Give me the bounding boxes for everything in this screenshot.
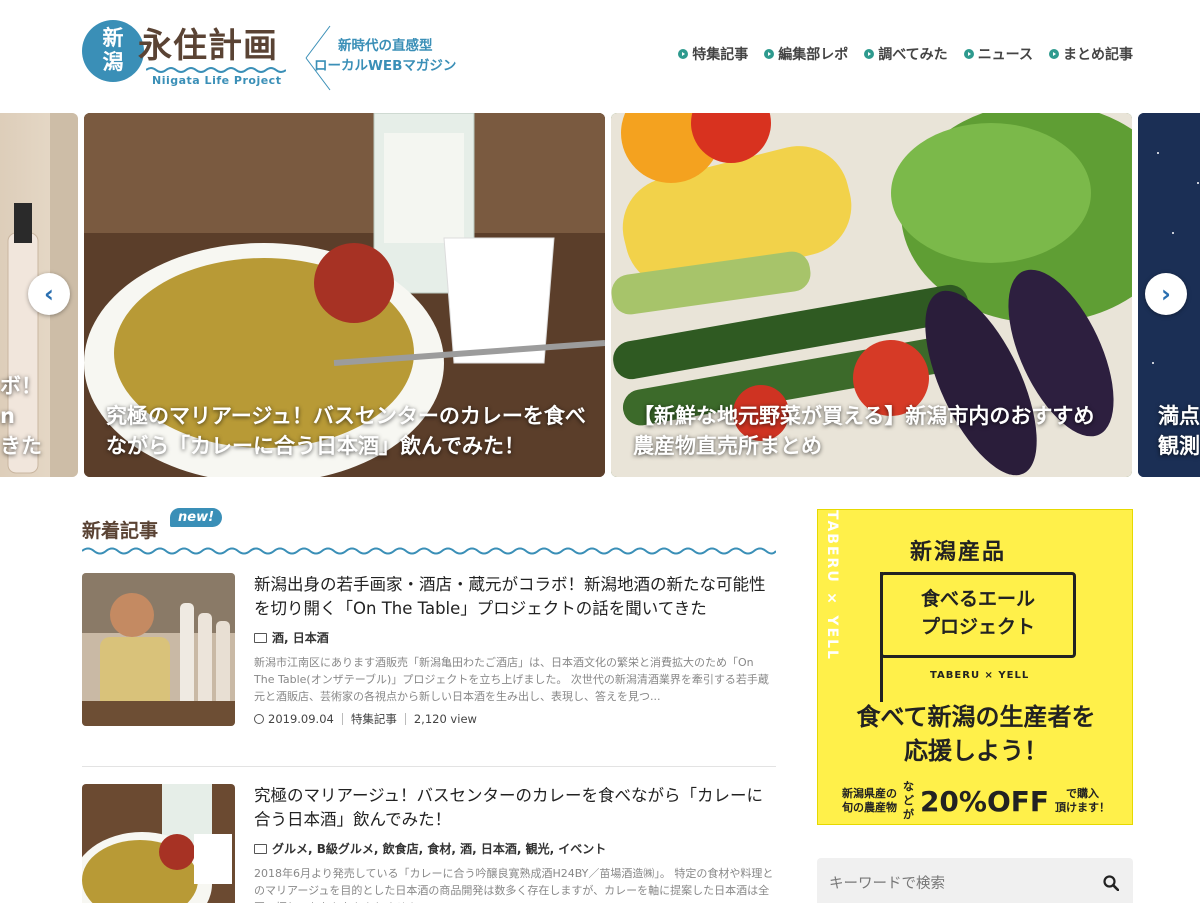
- article-meta: 2019.09.04 特集記事 2,120 view: [254, 711, 776, 727]
- taberu-yell-banner[interactable]: TABERU × YELL 新潟産品 食べるエール プロジェクト TABERU …: [817, 509, 1133, 825]
- article-item[interactable]: 新潟出身の若手画家・酒店・蔵元がコラボ！新潟地酒の新たな可能性を切り開く「On …: [82, 573, 776, 767]
- curry-sake-thumb-image: [82, 784, 235, 903]
- logo-niigata-text: 新 潟: [102, 25, 124, 74]
- play-dot-icon: [764, 49, 775, 59]
- ad-main-text: 食べて新潟の生産者を 応援しよう！: [856, 703, 1096, 765]
- play-dot-icon: [678, 49, 689, 59]
- clock-icon: [254, 714, 264, 724]
- article-excerpt: 新潟市江南区にあります酒販売「新潟亀田わたご酒店」は、日本酒文化の繁栄と消費拡大…: [254, 656, 769, 703]
- new-articles-section: 新着記事 new! 新潟出身の若手画家・酒店・蔵元がコラボ！新潟地酒の新たな可能…: [82, 508, 776, 903]
- site-logo[interactable]: 新 潟 永住計画 Niigata Life Project: [82, 16, 302, 92]
- nav-item-label: 特集記事: [692, 47, 749, 63]
- section-title: 新着記事: [82, 520, 159, 542]
- article-thumbnail[interactable]: [82, 784, 235, 903]
- article-body: 新潟出身の若手画家・酒店・蔵元がコラボ！新潟地酒の新たな可能性を切り開く「On …: [254, 573, 776, 727]
- article-categories: 酒, 日本酒: [254, 629, 776, 646]
- new-badge: new!: [170, 508, 223, 527]
- ad-flag-text: 食べるエール プロジェクト: [920, 588, 1035, 638]
- article-title[interactable]: 究極のマリアージュ！バスセンターのカレーを食べながら「カレーに合う日本酒」飲んで…: [254, 784, 776, 832]
- slide-title-partial: ボ！ n きた: [0, 374, 42, 458]
- article-excerpt: 2018年6月より発売している「カレーに合う吟醸良寛熟成酒H24BY／苗場酒造㈱…: [254, 867, 774, 903]
- ad-small-left: 新潟県産の 旬の農産物: [841, 787, 897, 814]
- meta-separator: [404, 713, 406, 725]
- folder-icon: [254, 632, 267, 643]
- search-icon[interactable]: [1103, 875, 1119, 891]
- article-categories: グルメ, B級グルメ, 飲食店, 食材, 酒, 日本酒, 観光, イベント: [254, 840, 776, 857]
- article-date: 2019.09.04: [268, 712, 334, 726]
- search-box: [817, 858, 1133, 903]
- tagline: 新時代の直感型 ローカルWEBマガジン: [300, 24, 470, 92]
- nav-item-label: 編集部レポ: [778, 47, 849, 63]
- nav-item-features[interactable]: 特集記事: [678, 44, 748, 64]
- article-divider: [82, 766, 776, 767]
- ad-top-text: 新潟産品: [910, 540, 1007, 565]
- article-category-label[interactable]: 特集記事: [351, 711, 397, 727]
- ad-small-right: で購入 頂けます！: [1055, 787, 1111, 814]
- nav-item-summary[interactable]: まとめ記事: [1049, 44, 1133, 64]
- nav-item-editorial-report[interactable]: 編集部レポ: [764, 44, 848, 64]
- chevron-left-icon: ‹: [44, 280, 54, 308]
- article-views: 2,120 view: [413, 712, 477, 726]
- slide-title-partial: 満点 観測: [1158, 404, 1200, 458]
- ad-small-mid: な ど が: [902, 780, 914, 821]
- logo-subtitle: Niigata Life Project: [152, 74, 282, 87]
- slide-vegetables[interactable]: 【新鮮な地元野菜が買える】新潟市内のおすすめ農産物直売所まとめ: [611, 113, 1132, 477]
- folder-icon: [254, 843, 267, 854]
- logo-title: 永住計画: [138, 26, 278, 66]
- nav-item-label: まとめ記事: [1063, 47, 1133, 63]
- category-list[interactable]: 酒, 日本酒: [272, 629, 329, 646]
- ad-vertical-text: TABERU × YELL: [824, 510, 840, 661]
- logo-wave-icon: [146, 67, 286, 73]
- main-nav: 特集記事 編集部レポ 調べてみた ニュース まとめ記事: [678, 44, 1133, 64]
- wave-divider-icon: [82, 547, 776, 555]
- play-dot-icon: [864, 49, 875, 59]
- nav-item-label: 調べてみた: [878, 47, 948, 63]
- chevron-right-icon: ›: [1161, 280, 1171, 308]
- category-list[interactable]: グルメ, B級グルメ, 飲食店, 食材, 酒, 日本酒, 観光, イベント: [272, 840, 606, 857]
- meta-separator: [341, 713, 343, 725]
- nav-item-news[interactable]: ニュース: [963, 44, 1033, 64]
- tagline-text: 新時代の直感型 ローカルWEBマガジン: [314, 38, 457, 74]
- site-header: 新 潟 永住計画 Niigata Life Project 新時代の直感型 ロー…: [0, 0, 1200, 108]
- ad-flag: 食べるエール プロジェクト: [880, 572, 1076, 658]
- featured-slider: ボ！ n きた 究極のマリアージュ！バスセンターのカレーを食べながら「カレーに合…: [0, 113, 1200, 477]
- play-dot-icon: [1049, 49, 1059, 59]
- article-thumbnail[interactable]: [82, 573, 235, 726]
- man-with-bottles-image: [82, 573, 235, 726]
- slider-next-button[interactable]: ›: [1145, 273, 1187, 315]
- article-item[interactable]: 究極のマリアージュ！バスセンターのカレーを食べながら「カレーに合う日本酒」飲んで…: [82, 784, 776, 903]
- ad-discount-value: 20%OFF: [919, 784, 1050, 818]
- slide-curry-sake[interactable]: 究極のマリアージュ！バスセンターのカレーを食べながら「カレーに合う日本酒」飲んで…: [84, 113, 605, 477]
- nav-item-label: ニュース: [977, 47, 1033, 63]
- slide-title: 【新鮮な地元野菜が買える】新潟市内のおすすめ農産物直売所まとめ: [633, 404, 1095, 458]
- play-dot-icon: [963, 49, 974, 59]
- ad-discount: 新潟県産の 旬の農産物 な ど が 20%OFF で購入 頂けます！: [826, 780, 1126, 822]
- ad-brand-text: TABERU × YELL: [930, 670, 1030, 681]
- article-title[interactable]: 新潟出身の若手画家・酒店・蔵元がコラボ！新潟地酒の新たな可能性を切り開く「On …: [254, 573, 776, 621]
- article-body: 究極のマリアージュ！バスセンターのカレーを食べながら「カレーに合う日本酒」飲んで…: [254, 784, 776, 903]
- slide-title: 究極のマリアージュ！バスセンターのカレーを食べながら「カレーに合う日本酒」飲んで…: [106, 404, 586, 458]
- section-header: 新着記事 new!: [82, 508, 776, 556]
- search-input[interactable]: [829, 870, 1089, 898]
- slider-prev-button[interactable]: ‹: [28, 273, 70, 315]
- nav-item-research[interactable]: 調べてみた: [864, 44, 948, 64]
